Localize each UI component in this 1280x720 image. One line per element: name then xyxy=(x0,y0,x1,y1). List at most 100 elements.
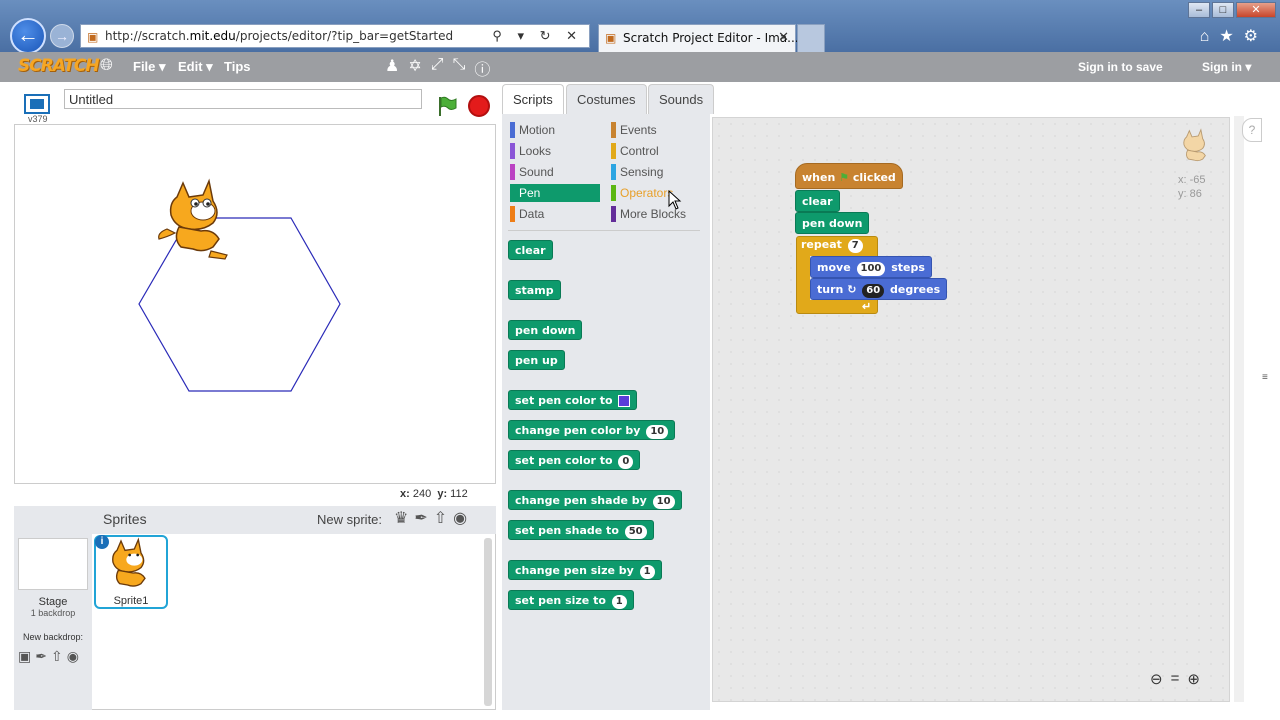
script-pen-down[interactable]: pen down xyxy=(795,212,870,234)
steps-input[interactable]: 100 xyxy=(856,262,886,276)
block-change-pen-size[interactable]: change pen size by 1 xyxy=(508,560,662,580)
backdrop-library-icon[interactable]: ▣ xyxy=(18,648,31,665)
help-icon[interactable]: ⓘ xyxy=(474,56,490,80)
shrink-icon[interactable]: ⤡ xyxy=(453,56,466,80)
category-swatch xyxy=(510,143,515,159)
script-repeat[interactable]: repeat 7 xyxy=(795,234,871,256)
fullscreen-icon[interactable] xyxy=(24,94,50,114)
tab-costumes[interactable]: Costumes xyxy=(566,84,647,114)
script-area[interactable] xyxy=(712,117,1230,702)
project-title-input[interactable] xyxy=(64,89,422,109)
category-sensing[interactable]: Sensing xyxy=(611,163,701,181)
info-icon[interactable]: i xyxy=(95,535,109,549)
address-tools[interactable]: ⚲ ▾ ↻ ✕ xyxy=(492,28,583,44)
category-pen[interactable]: Pen xyxy=(510,184,600,202)
help-tab-icon[interactable]: ? xyxy=(1242,118,1262,142)
toolbar-icons: ♟ ✡ ⤢ ⤡ ⓘ xyxy=(385,56,490,80)
page-icon: ▣ xyxy=(605,31,617,45)
block-set-pen-color-number[interactable]: set pen color to 0 xyxy=(508,450,641,470)
stage-thumbnail-label: Stage xyxy=(38,596,68,608)
scroll-arrow-icon[interactable]: ≡ xyxy=(1262,372,1268,383)
new-tab-button[interactable] xyxy=(797,24,825,52)
paint-backdrop-icon[interactable]: ✒ xyxy=(35,648,47,665)
category-sound[interactable]: Sound xyxy=(510,163,600,181)
url-text[interactable]: http://scratch.mit.edu/projects/editor/?… xyxy=(105,29,453,43)
block-set-pen-shade[interactable]: set pen shade to 50 xyxy=(508,520,654,540)
block-pen-down[interactable]: pen down xyxy=(508,320,583,340)
number-input[interactable]: 10 xyxy=(646,425,669,439)
gear-icon[interactable]: ⚙ xyxy=(1244,28,1268,45)
category-looks[interactable]: Looks xyxy=(510,142,600,160)
stage-backdrop-count: 1 backdrop xyxy=(30,608,76,618)
zoom-in-icon[interactable]: ⊕ xyxy=(1187,670,1200,688)
close-window-button[interactable]: ✕ xyxy=(1236,2,1276,18)
block-change-pen-color[interactable]: change pen color by 10 xyxy=(508,420,676,440)
star-icon[interactable]: ★ xyxy=(1219,28,1243,45)
stage-thumbnail[interactable] xyxy=(18,538,88,590)
script-turn-degrees[interactable]: turn ↻ 60 degrees xyxy=(810,278,948,300)
forward-button[interactable]: → xyxy=(50,24,74,48)
address-bar[interactable]: ▣ http://scratch.mit.edu/projects/editor… xyxy=(80,24,590,48)
sprite-y-readout: y: 86 xyxy=(1178,188,1202,200)
category-control[interactable]: Control xyxy=(611,142,701,160)
category-divider xyxy=(508,230,700,231)
block-set-pen-size[interactable]: set pen size to 1 xyxy=(508,590,634,610)
choose-sprite-library-icon[interactable]: ♛ xyxy=(394,508,408,528)
color-swatch-input[interactable] xyxy=(618,395,631,407)
category-events[interactable]: Events xyxy=(611,121,701,139)
upload-backdrop-icon[interactable]: ⇧ xyxy=(51,648,63,665)
tab-scripts[interactable]: Scripts xyxy=(502,84,564,114)
zoom-out-icon[interactable]: ⊖ xyxy=(1150,670,1163,688)
minimize-button[interactable]: – xyxy=(1188,2,1210,18)
arrow-left-icon: ← xyxy=(17,22,39,47)
sign-in-to-save-link[interactable]: Sign in to save xyxy=(1078,60,1163,74)
close-tab-icon[interactable]: ✕ xyxy=(778,29,789,45)
category-swatch xyxy=(611,206,616,222)
number-input[interactable]: 1 xyxy=(639,565,655,579)
script-clear[interactable]: clear xyxy=(795,190,840,212)
duplicate-icon[interactable]: ♟ xyxy=(385,56,399,80)
category-data[interactable]: Data xyxy=(510,205,600,223)
camera-icon[interactable]: ◉ xyxy=(67,648,79,665)
degrees-input[interactable]: 60 xyxy=(862,284,885,298)
stop-button[interactable] xyxy=(468,95,490,117)
browser-toolbar: ← → ▣ http://scratch.mit.edu/projects/ed… xyxy=(0,0,1280,54)
grow-icon[interactable]: ⤢ xyxy=(431,56,444,80)
tab-sounds[interactable]: Sounds xyxy=(648,84,715,114)
file-menu[interactable]: File ▾ xyxy=(133,59,166,75)
script-move-steps[interactable]: move 100 steps xyxy=(810,256,932,278)
tips-menu[interactable]: Tips xyxy=(224,59,251,74)
back-button[interactable]: ← xyxy=(10,18,46,54)
paint-new-sprite-icon[interactable]: ✒ xyxy=(414,508,427,528)
block-set-pen-color-swatch[interactable]: set pen color to xyxy=(508,390,638,410)
repeat-count-input[interactable]: 7 xyxy=(847,239,863,253)
number-input[interactable]: 0 xyxy=(618,455,634,469)
number-input[interactable]: 50 xyxy=(624,525,647,539)
maximize-button[interactable]: □ xyxy=(1212,2,1234,18)
sign-in-menu[interactable]: Sign in ▾ xyxy=(1202,60,1251,74)
cut-icon[interactable]: ✡ xyxy=(408,56,421,80)
category-more-blocks[interactable]: More Blocks xyxy=(611,205,706,223)
stage-drawing xyxy=(138,178,341,392)
browser-tab[interactable]: ▣ Scratch Project Editor - Ima... ✕ xyxy=(598,24,799,52)
scratch-logo[interactable]: SCRATCH xyxy=(18,56,100,76)
stage-canvas[interactable] xyxy=(14,124,496,484)
camera-icon[interactable]: ◉ xyxy=(453,508,467,528)
category-motion[interactable]: Motion xyxy=(510,121,600,139)
script-scrollbar[interactable] xyxy=(1234,116,1244,702)
number-input[interactable]: 1 xyxy=(611,595,627,609)
sprite-scrollbar[interactable] xyxy=(484,538,492,706)
block-change-pen-shade[interactable]: change pen shade by 10 xyxy=(508,490,682,510)
block-stamp[interactable]: stamp xyxy=(508,280,561,300)
zoom-reset-icon[interactable]: = xyxy=(1171,670,1180,688)
category-operators[interactable]: Operators xyxy=(611,184,701,202)
block-clear[interactable]: clear xyxy=(508,240,553,260)
green-flag-icon[interactable] xyxy=(436,95,458,117)
globe-icon[interactable]: 🌐︎ xyxy=(100,57,113,75)
edit-menu[interactable]: Edit ▾ xyxy=(178,59,213,75)
number-input[interactable]: 10 xyxy=(652,495,675,509)
block-pen-up[interactable]: pen up xyxy=(508,350,565,370)
upload-sprite-icon[interactable]: ⇧ xyxy=(434,508,447,528)
script-when-flag-clicked[interactable]: when ⚑ clicked xyxy=(795,163,903,189)
home-icon[interactable]: ⌂ xyxy=(1200,28,1220,45)
